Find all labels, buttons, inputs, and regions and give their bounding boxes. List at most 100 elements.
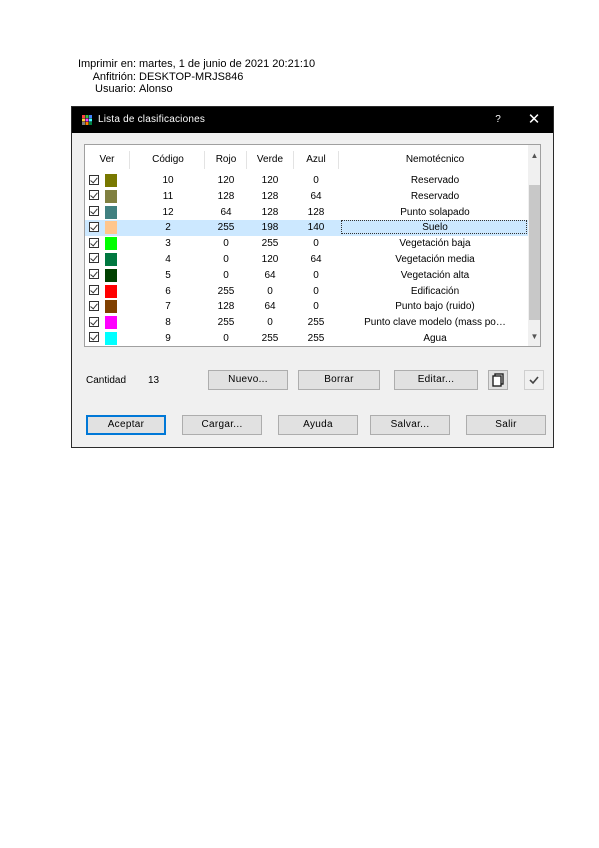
cell-name: Vegetación baja — [399, 238, 471, 250]
cell-blue: 140 — [307, 222, 325, 234]
column-header-azul[interactable]: Azul — [295, 154, 337, 165]
table-row[interactable]: 7 128 64 0 Punto bajo (ruido) — [85, 299, 528, 315]
table-row[interactable]: 10 120 120 0 Reservado — [85, 173, 528, 189]
cell-name: Punto bajo (ruido) — [395, 301, 475, 313]
save-button[interactable]: Salvar... — [370, 415, 450, 435]
visibility-checkbox[interactable] — [89, 300, 99, 311]
close-button[interactable]: ✕ — [523, 111, 545, 129]
table-row[interactable]: 2 255 198 140 Suelo — [85, 220, 528, 237]
color-swatch[interactable] — [105, 189, 117, 203]
header-separator[interactable] — [246, 151, 247, 169]
color-swatch[interactable] — [105, 331, 117, 345]
accept-check-button[interactable] — [524, 370, 544, 390]
column-header-rojo[interactable]: Rojo — [205, 154, 247, 165]
visibility-checkbox[interactable] — [89, 316, 99, 327]
column-header-verde[interactable]: Verde — [247, 154, 293, 165]
table-row[interactable]: 8 255 0 255 Punto clave modelo (mass po… — [85, 315, 528, 331]
cell-blue: 128 — [307, 206, 325, 218]
cell-blue: 0 — [313, 238, 319, 250]
table-row[interactable]: 12 64 128 128 Punto solapado — [85, 205, 528, 221]
visibility-checkbox[interactable] — [89, 269, 99, 280]
table-row[interactable]: 3 0 255 0 Vegetación baja — [85, 236, 528, 252]
cell-red: 0 — [223, 253, 229, 265]
cell-code: 5 — [165, 269, 171, 281]
vertical-scrollbar[interactable]: ▲ ▼ — [528, 145, 540, 346]
column-header-ver[interactable]: Ver — [88, 154, 126, 165]
count-label: Cantidad — [86, 375, 127, 386]
cell-green: 64 — [264, 301, 276, 313]
exit-button[interactable]: Salir — [466, 415, 546, 435]
classification-table[interactable]: Ver Código Rojo Verde Azul Nemotécnico 1… — [84, 144, 541, 347]
cell-code: 12 — [162, 206, 174, 218]
cell-red: 255 — [217, 285, 235, 297]
visibility-checkbox[interactable] — [89, 174, 99, 185]
copy-button[interactable] — [488, 370, 508, 390]
cell-blue: 64 — [310, 190, 322, 202]
chevron-down-icon[interactable]: ▼ — [528, 330, 540, 344]
cell-code: 3 — [165, 238, 171, 250]
table-row[interactable]: 6 255 0 0 Edificación — [85, 284, 528, 300]
cell-red: 64 — [220, 206, 232, 218]
cell-code: 2 — [165, 222, 171, 234]
cell-blue: 0 — [313, 269, 319, 281]
visibility-checkbox[interactable] — [89, 206, 99, 217]
visibility-checkbox[interactable] — [89, 190, 99, 201]
chevron-up-icon[interactable]: ▲ — [528, 149, 540, 163]
cell-name: Reservado — [410, 190, 460, 202]
header-separator[interactable] — [204, 151, 205, 169]
color-swatch[interactable] — [105, 221, 117, 235]
color-swatch[interactable] — [105, 268, 117, 282]
delete-button[interactable]: Borrar — [298, 370, 380, 390]
print-header: Imprimir en: martes, 1 de junio de 2021 … — [70, 58, 315, 96]
user-label: Usuario: — [95, 83, 136, 95]
color-swatch[interactable] — [105, 252, 117, 266]
header-separator[interactable] — [293, 151, 294, 169]
title-bar[interactable]: Lista de clasificaciones ? ✕ — [72, 107, 553, 133]
count-value: 13 — [148, 375, 160, 386]
cell-green: 128 — [261, 190, 279, 202]
color-swatch[interactable] — [105, 316, 117, 330]
cell-red: 120 — [217, 175, 235, 186]
cell-name: Vegetación alta — [400, 269, 470, 281]
cell-green: 64 — [264, 269, 276, 281]
scroll-thumb[interactable] — [529, 185, 540, 320]
visibility-checkbox[interactable] — [89, 332, 99, 343]
cell-blue: 64 — [310, 253, 322, 265]
table-row[interactable]: 5 0 64 0 Vegetación alta — [85, 268, 528, 284]
table-row[interactable]: 4 0 120 64 Vegetación media — [85, 252, 528, 268]
cell-red: 0 — [223, 332, 229, 344]
cell-green: 0 — [267, 285, 273, 297]
cell-name: Suelo — [422, 222, 448, 234]
cell-name: Vegetación media — [395, 253, 475, 265]
cell-code: 10 — [162, 175, 174, 186]
table-row[interactable]: 9 0 255 255 Agua — [85, 331, 528, 346]
cell-code: 4 — [165, 253, 171, 265]
visibility-checkbox[interactable] — [89, 221, 99, 232]
edit-button[interactable]: Editar... — [394, 370, 478, 390]
visibility-checkbox[interactable] — [89, 237, 99, 248]
column-header-codigo[interactable]: Código — [133, 154, 203, 165]
color-swatch[interactable] — [105, 300, 117, 314]
header-separator[interactable] — [338, 151, 339, 169]
color-swatch[interactable] — [105, 205, 117, 219]
cell-red: 0 — [223, 238, 229, 250]
column-header-nemotecnico[interactable]: Nemotécnico — [341, 154, 529, 165]
visibility-checkbox[interactable] — [89, 285, 99, 296]
accept-button[interactable]: Aceptar — [86, 415, 166, 435]
cell-code: 6 — [165, 285, 171, 297]
color-swatch[interactable] — [105, 174, 117, 187]
header-separator[interactable] — [129, 151, 130, 169]
cell-blue: 255 — [307, 332, 325, 344]
color-swatch[interactable] — [105, 284, 117, 298]
color-swatch[interactable] — [105, 237, 117, 251]
help-title-button[interactable]: ? — [491, 111, 505, 129]
cell-name: Agua — [423, 332, 447, 344]
table-header: Ver Código Rojo Verde Azul Nemotécnico — [85, 145, 528, 175]
visibility-checkbox[interactable] — [89, 253, 99, 264]
cell-green: 120 — [261, 175, 279, 186]
new-button[interactable]: Nuevo... — [208, 370, 288, 390]
load-button[interactable]: Cargar... — [182, 415, 262, 435]
table-row[interactable]: 11 128 128 64 Reservado — [85, 189, 528, 205]
palette-icon — [82, 115, 92, 125]
help-button[interactable]: Ayuda — [278, 415, 358, 435]
